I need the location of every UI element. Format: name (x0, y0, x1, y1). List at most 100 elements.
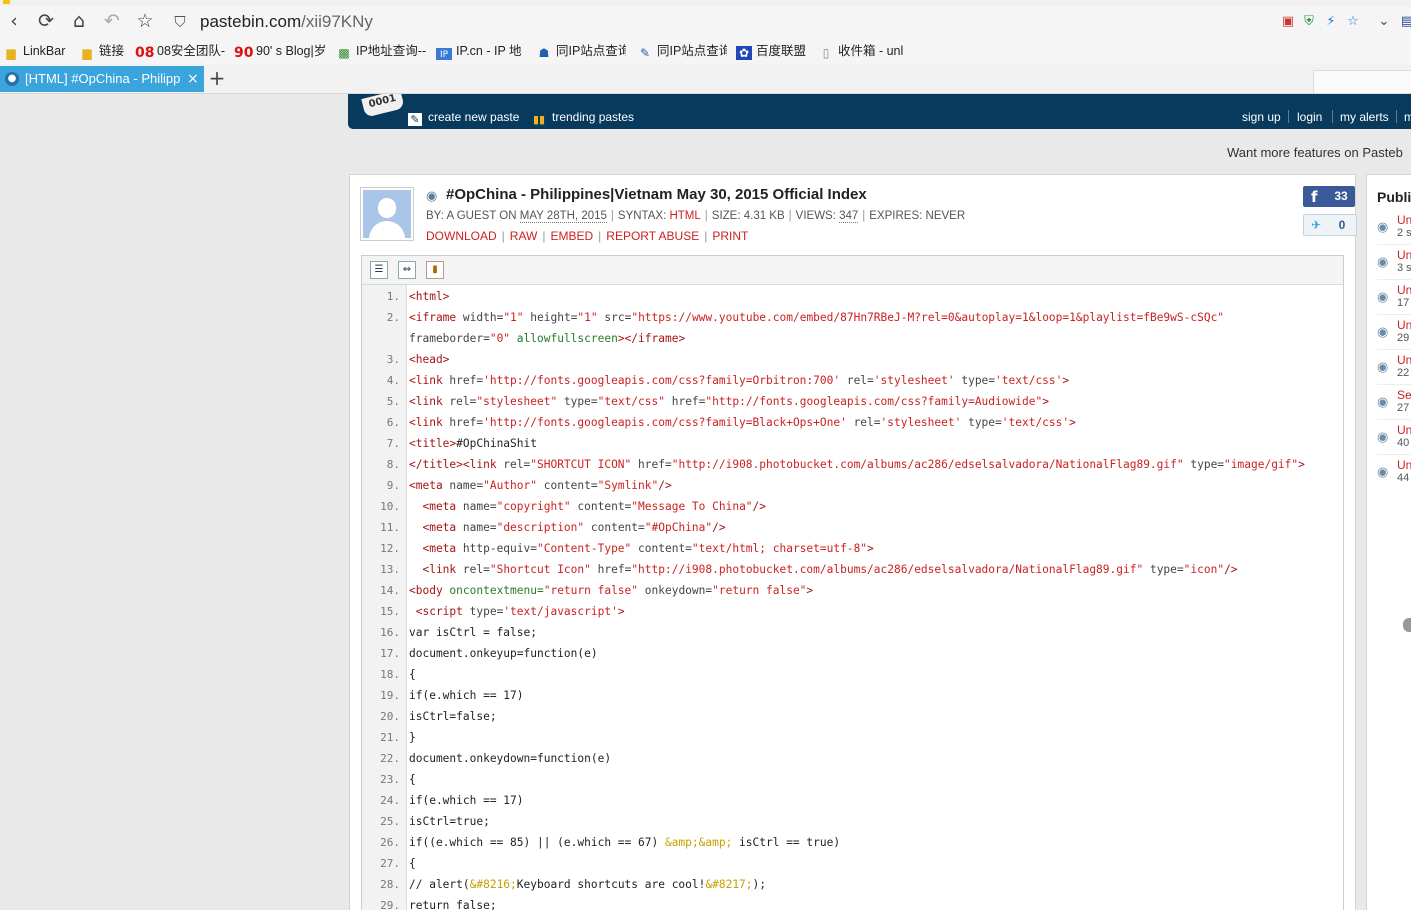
tabbar-search-field[interactable] (1313, 70, 1411, 94)
copy-clipboard-icon[interactable]: ▮ (426, 261, 444, 279)
facebook-share-button[interactable]: f 33 (1303, 186, 1355, 207)
code-line[interactable]: if((e.which == 85) || (e.which == 67) &a… (409, 832, 840, 853)
security-ext-icon[interactable]: ⛨ (1300, 13, 1318, 30)
security-shield-icon[interactable]: ⛉ (171, 13, 189, 31)
chevron-down-icon[interactable]: ⌄ (1376, 13, 1392, 30)
more-nav-link[interactable]: m (1404, 109, 1411, 125)
code-line[interactable]: <meta name="Author" content="Symlink"/> (409, 475, 672, 496)
reload-icon[interactable]: ⟳ (34, 10, 58, 32)
code-line[interactable]: <link href='http://fonts.googleapis.com/… (409, 370, 1069, 391)
sidebar-item-title[interactable]: Un (1397, 318, 1411, 332)
code-line[interactable]: } (409, 727, 416, 748)
new-tab-button[interactable]: + (206, 65, 228, 91)
code-line[interactable]: <link rel="stylesheet" type="text/css" h… (409, 391, 1049, 412)
code-line[interactable]: document.onkeyup=function(e) (409, 643, 598, 664)
sidebar-item-title[interactable]: Un (1397, 248, 1411, 262)
code-line[interactable]: document.onkeydown=function(e) (409, 748, 611, 769)
sidebar-paste-item[interactable]: ◉ Un 22 (1377, 353, 1411, 381)
bookmark-90s-blog[interactable]: 90 90' s Blog|岁 (234, 42, 326, 60)
scrollbar-handle[interactable] (1403, 618, 1411, 632)
embed-link[interactable]: EMBED (550, 229, 593, 243)
code-token: href= (671, 395, 706, 408)
code-line[interactable]: { (409, 769, 416, 790)
meta-syntax-link[interactable]: HTML (669, 210, 700, 222)
code-line[interactable]: { (409, 664, 416, 685)
my-alerts-link[interactable]: my alerts (1340, 109, 1389, 125)
close-icon[interactable]: × (187, 66, 199, 92)
sidebar-paste-item[interactable]: ◉ Un 17 (1377, 283, 1411, 311)
bookmark-baidu[interactable]: ✿ 百度联盟 (736, 42, 810, 60)
code-line[interactable]: <head> (409, 349, 449, 370)
code-line[interactable]: isCtrl=false; (409, 706, 497, 727)
tab-pastebin[interactable]: ● [HTML] #OpChina - Philippi × (0, 66, 204, 92)
code-line[interactable]: <meta http-equiv="Content-Type" content=… (409, 538, 873, 559)
sidebar-item-title[interactable]: Se (1397, 388, 1411, 402)
sidebar-item-title[interactable]: Un (1397, 458, 1411, 472)
twitter-share-button[interactable]: ✈ 0 (1303, 214, 1357, 236)
sign-up-link[interactable]: sign up (1242, 109, 1281, 125)
lightning-ext-icon[interactable]: ⚡ (1323, 13, 1339, 30)
raw-link[interactable]: RAW (510, 229, 538, 243)
sidebar-paste-item[interactable]: ◉ Un 2 s (1377, 213, 1411, 241)
sidebar-item-title[interactable]: Un (1397, 423, 1411, 437)
sidebar-paste-item[interactable]: ◉ Se 27 (1377, 388, 1411, 416)
bookmark-inbox[interactable]: ▯ 收件箱 - unl (818, 42, 908, 60)
sidebar-item-title[interactable]: Un (1397, 213, 1411, 227)
trending-pastes-link[interactable]: ▮▮ trending pastes (532, 109, 634, 126)
toggle-wrap-icon[interactable]: ⇔ (398, 261, 416, 279)
code-line[interactable]: <body oncontextmenu="return false" onkey… (409, 580, 813, 601)
code-line[interactable]: var isCtrl = false; (409, 622, 537, 643)
bookmark-ip-query[interactable]: ▩ IP地址查询-- (336, 42, 426, 60)
sidebar-paste-item[interactable]: ◉ Un 29 (1377, 318, 1411, 346)
download-link[interactable]: DOWNLOAD (426, 229, 497, 243)
report-abuse-link[interactable]: REPORT ABUSE (606, 229, 699, 243)
side-panel-icon[interactable]: ▤ (1401, 13, 1411, 30)
bookmark-label: IP地址查询-- (356, 44, 426, 58)
bookmark-same-ip-2[interactable]: ✎ 同IP站点查询 (637, 42, 727, 60)
bookmark-linkbar[interactable]: ▆ LinkBar (3, 42, 73, 60)
code-token: <link (409, 416, 450, 429)
code-token: <link (409, 563, 463, 576)
star-icon[interactable]: ☆ (133, 10, 157, 32)
code-line[interactable]: <html> (409, 286, 449, 307)
code-line[interactable]: <iframe width="1" height="1" src="https:… (409, 307, 1224, 328)
code-line[interactable]: <link href='http://fonts.googleapis.com/… (409, 412, 1076, 433)
address-host: pastebin.com (200, 12, 302, 31)
sidebar-paste-item[interactable]: ◉ Un 40 (1377, 423, 1411, 451)
trending-chart-icon: ▮▮ (532, 113, 546, 126)
code-line[interactable]: if(e.which == 17) (409, 790, 524, 811)
address-bar[interactable]: pastebin.com/xii97KNy (200, 11, 373, 33)
toggle-line-numbers-icon[interactable]: ☰ (370, 261, 388, 279)
bookmark-links[interactable]: ▆ 链接 (79, 42, 129, 60)
sidebar-paste-item[interactable]: ◉ Un 44 (1377, 458, 1411, 486)
login-link[interactable]: login (1297, 109, 1322, 125)
sidebar-paste-item[interactable]: ◉ Un 3 s (1377, 248, 1411, 276)
print-link[interactable]: PRINT (712, 229, 748, 243)
code-line[interactable]: return false; (409, 895, 497, 910)
home-icon[interactable]: ⌂ (67, 10, 91, 32)
promo-text[interactable]: Want more features on Pasteb (1227, 145, 1403, 160)
code-token: http-equiv= (462, 542, 537, 555)
favorite-star-icon[interactable]: ☆ (1344, 13, 1362, 30)
screenshot-ext-icon[interactable]: ▣ (1279, 13, 1297, 30)
bookmark-08[interactable]: 08 08安全团队- (135, 42, 227, 60)
code-line[interactable]: frameborder="0" allowfullscreen></iframe… (409, 328, 685, 349)
code-line[interactable]: <meta name="copyright" content="Message … (409, 496, 766, 517)
sidebar-item-title[interactable]: Un (1397, 283, 1411, 297)
code-line[interactable]: <link rel="Shortcut Icon" href="http://i… (409, 559, 1237, 580)
sidebar-item-title[interactable]: Un (1397, 353, 1411, 367)
bookmark-same-ip-1[interactable]: ☗ 同IP站点查询 (536, 42, 626, 60)
code-line[interactable]: <title>#OpChinaShit (409, 433, 537, 454)
code-line[interactable]: <meta name="description" content="#OpChi… (409, 517, 725, 538)
code-line[interactable]: isCtrl=true; (409, 811, 490, 832)
code-line[interactable]: </title><link rel="SHORTCUT ICON" href="… (409, 454, 1305, 475)
code-token: > (1298, 458, 1305, 471)
code-line[interactable]: if(e.which == 17) (409, 685, 524, 706)
back-icon[interactable]: ‹ (2, 10, 26, 32)
code-line[interactable]: { (409, 853, 416, 874)
create-new-paste-link[interactable]: ✎ create new paste (408, 109, 519, 126)
undo-icon[interactable]: ↶ (100, 10, 124, 32)
bookmark-ipcn[interactable]: IP IP.cn - IP 地 (436, 42, 526, 60)
code-line[interactable]: <script type='text/javascript'> (409, 601, 625, 622)
code-line[interactable]: // alert(&#8216;Keyboard shortcuts are c… (409, 874, 766, 895)
